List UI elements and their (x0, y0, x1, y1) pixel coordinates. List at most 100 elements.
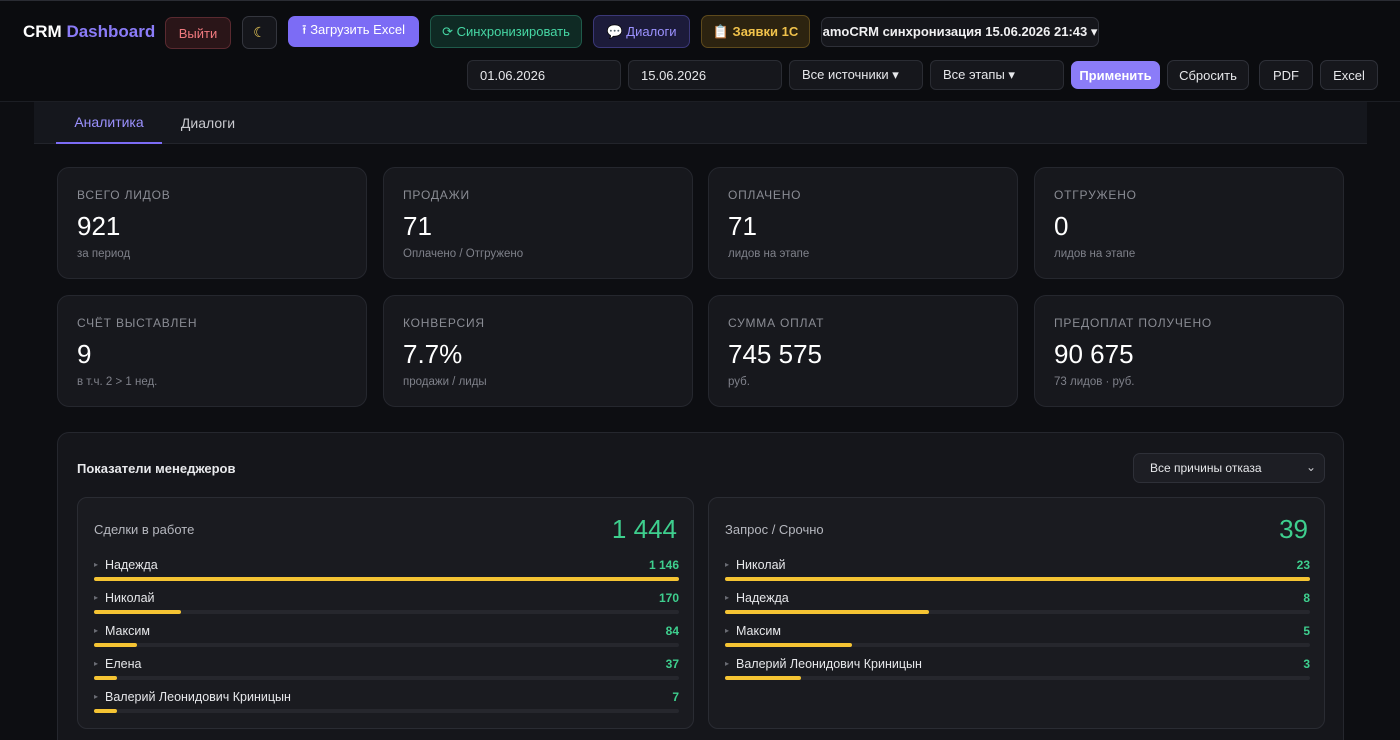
kpi-card-payments-sum: СУММА ОПЛАТ 745 575 руб. (708, 295, 1018, 407)
manager-value: 37 (665, 657, 679, 671)
kpi-card-total-leads: ВСЕГО ЛИДОВ 921 за период (57, 167, 367, 279)
kpi-label: ВСЕГО ЛИДОВ (77, 188, 171, 202)
tab-dialogs[interactable]: Диалоги (166, 102, 250, 144)
manager-row: ▸ Николай 23 (725, 558, 1310, 591)
progress-track (94, 577, 679, 581)
manager-name: Максим (105, 624, 150, 638)
kpi-card-conversion: КОНВЕРСИЯ 7.7% продажи / лиды (383, 295, 693, 407)
theme-toggle-button[interactable]: ☾ (242, 16, 277, 49)
progress-bar (94, 577, 679, 581)
progress-track (725, 676, 1310, 680)
manager-value: 7 (672, 690, 679, 704)
deals-title: Сделки в работе (94, 522, 195, 537)
sync-button[interactable]: ⟳ Синхронизировать (430, 15, 582, 48)
chevron-down-icon: ⌄ (1305, 460, 1316, 474)
manager-name: Надежда (105, 558, 158, 572)
reset-button[interactable]: Сбросить (1167, 60, 1249, 90)
managers-panel: Показатели менеджеров Все причины отказа… (57, 432, 1344, 740)
progress-track (725, 577, 1310, 581)
bullet-icon: ▸ (94, 692, 99, 701)
upload-excel-button[interactable]: ⭱ Загрузить Excel (288, 16, 419, 47)
kpi-value: 745 575 (728, 339, 822, 369)
kpi-caption: за период (77, 248, 131, 260)
manager-value: 3 (1303, 657, 1310, 671)
manager-row: ▸ Надежда 1 146 (94, 558, 679, 591)
kpi-value: 90 675 (1054, 339, 1134, 369)
orders-1c-button[interactable]: 📋 Заявки 1С (701, 15, 810, 48)
manager-value: 8 (1303, 591, 1310, 605)
manager-value: 84 (665, 624, 679, 638)
kpi-value: 9 (77, 339, 92, 369)
progress-bar (94, 709, 118, 713)
bullet-icon: ▸ (725, 560, 730, 569)
manager-name: Николай (736, 558, 786, 572)
kpi-value: 0 (1054, 211, 1069, 241)
urgent-requests-card: Запрос / Срочно 39 ▸ Николай 23 ▸ Надежда 8 ▸ М… (708, 497, 1325, 729)
progress-bar (94, 676, 118, 680)
kpi-label: ПРЕДОПЛАТ ПОЛУЧЕНО (1054, 316, 1213, 330)
tab-analytics[interactable]: Аналитика (56, 102, 162, 144)
progress-track (725, 643, 1310, 647)
deals-list: ▸ Надежда 1 146 ▸ Николай 170 ▸ Максим 84 ▸ Елена 3… (94, 558, 679, 723)
kpi-label: СЧЁТ ВЫСТАВЛЕН (77, 316, 198, 330)
bullet-icon: ▸ (94, 593, 99, 602)
kpi-caption: 73 лидов · руб. (1054, 376, 1135, 388)
manager-name: Елена (105, 657, 142, 671)
progress-bar (725, 643, 852, 647)
kpi-label: ПРОДАЖИ (403, 188, 470, 202)
kpi-label: СУММА ОПЛАТ (728, 316, 825, 330)
logout-button[interactable]: Выйти (165, 17, 231, 49)
manager-row: ▸ Максим 84 (94, 624, 679, 657)
bullet-icon: ▸ (94, 560, 99, 569)
manager-row: ▸ Валерий Леонидович Криницын 7 (94, 690, 679, 723)
manager-row: ▸ Валерий Леонидович Криницын 3 (725, 657, 1310, 690)
kpi-value: 71 (728, 211, 757, 241)
bullet-icon: ▸ (725, 659, 730, 668)
progress-bar (94, 643, 137, 647)
source-select[interactable]: Все источники ▾ (789, 60, 923, 90)
top-bar: CRM Dashboard Выйти ☾ ⭱ Загрузить Excel … (0, 0, 1400, 102)
reject-reason-select[interactable]: Все причины отказа ⌄ (1133, 453, 1325, 483)
manager-value: 1 146 (648, 558, 679, 572)
stage-select[interactable]: Все этапы ▾ (930, 60, 1064, 90)
kpi-caption: руб. (728, 376, 750, 388)
manager-name: Валерий Леонидович Криницын (105, 690, 291, 704)
apply-button[interactable]: Применить (1071, 61, 1160, 89)
manager-value: 23 (1296, 558, 1310, 572)
progress-bar (725, 610, 929, 614)
manager-name: Максим (736, 624, 781, 638)
kpi-label: ОТГРУЖЕНО (1054, 188, 1137, 202)
kpi-caption: в т.ч. 2 > 1 нед. (77, 376, 158, 388)
manager-value: 170 (658, 591, 679, 605)
manager-row: ▸ Максим 5 (725, 624, 1310, 657)
progress-track (94, 709, 679, 713)
managers-title: Показатели менеджеров (77, 461, 236, 476)
date-from-input[interactable]: 01.06.2026 (467, 60, 621, 90)
kpi-label: ОПЛАЧЕНО (728, 188, 802, 202)
kpi-caption: продажи / лиды (403, 376, 487, 388)
bullet-icon: ▸ (725, 626, 730, 635)
deals-total: 1 444 (611, 514, 677, 544)
urgent-total: 39 (1279, 514, 1308, 544)
kpi-card-paid: ОПЛАЧЕНО 71 лидов на этапе (708, 167, 1018, 279)
export-excel-button[interactable]: Excel (1320, 60, 1378, 90)
date-to-input[interactable]: 15.06.2026 (628, 60, 782, 90)
dialogs-button[interactable]: 💬 Диалоги (593, 15, 690, 48)
manager-row: ▸ Елена 37 (94, 657, 679, 690)
kpi-value: 71 (403, 211, 432, 241)
manager-name: Надежда (736, 591, 789, 605)
sync-status-dropdown[interactable]: amoCRM синхронизация 15.06.2026 21:43 ▾ (821, 17, 1099, 47)
kpi-caption: Оплачено / Отгружено (403, 248, 524, 260)
kpi-value: 7.7% (403, 339, 463, 369)
moon-icon: ☾ (253, 24, 266, 40)
kpi-label: КОНВЕРСИЯ (403, 316, 485, 330)
bullet-icon: ▸ (725, 593, 730, 602)
export-pdf-button[interactable]: PDF (1259, 60, 1313, 90)
brand-main: CRM (23, 22, 62, 41)
progress-track (94, 676, 679, 680)
progress-bar (725, 676, 802, 680)
tab-bar: Аналитика Диалоги (34, 102, 1367, 144)
kpi-card-invoiced: СЧЁТ ВЫСТАВЛЕН 9 в т.ч. 2 > 1 нед. (57, 295, 367, 407)
kpi-card-shipped: ОТГРУЖЕНО 0 лидов на этапе (1034, 167, 1344, 279)
manager-row: ▸ Надежда 8 (725, 591, 1310, 624)
